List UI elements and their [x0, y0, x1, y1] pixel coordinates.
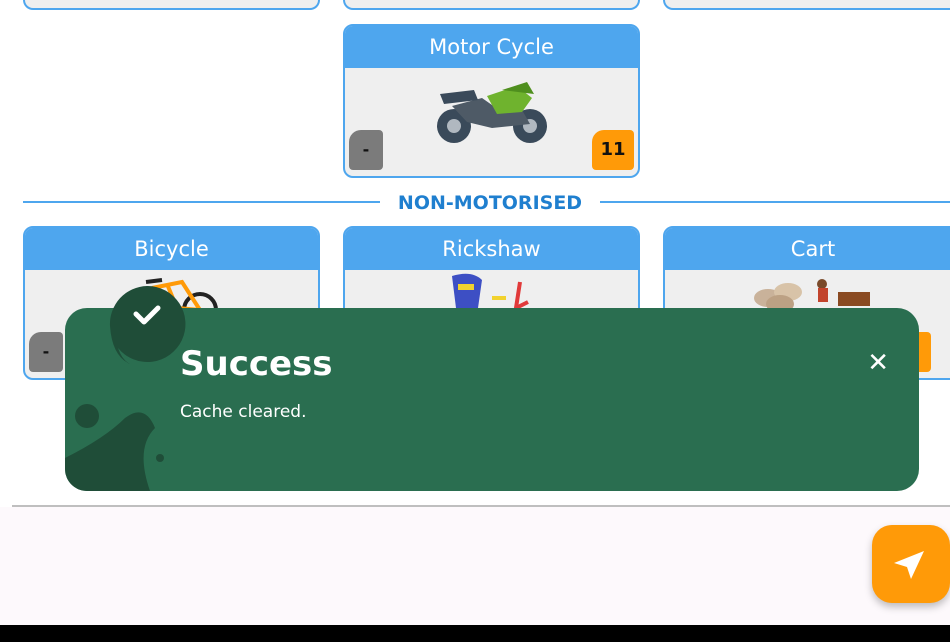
footer-area	[0, 507, 950, 625]
success-toast: Success Cache cleared. ✕	[65, 308, 919, 491]
card-title: Cart	[665, 228, 950, 270]
card-stub-2[interactable]	[343, 0, 640, 10]
system-nav-bar	[0, 625, 950, 642]
toast-message: Cache cleared.	[180, 402, 307, 422]
motorcycle-icon	[436, 82, 547, 143]
check-icon	[109, 286, 186, 364]
card-title: Motor Cycle	[345, 26, 638, 68]
send-button[interactable]	[872, 525, 950, 603]
card-stub-3[interactable]	[663, 0, 950, 10]
availability-left-badge: -	[29, 332, 63, 372]
section-heading: NON-MOTORISED	[380, 190, 600, 216]
card-title: Bicycle	[25, 228, 318, 270]
vehicle-card-motor-cycle[interactable]: Motor Cycle - 11	[343, 24, 640, 178]
card-stub-1[interactable]	[23, 0, 320, 10]
card-title: Rickshaw	[345, 228, 638, 270]
close-icon[interactable]: ✕	[867, 348, 889, 378]
vehicle-selection-screen: Motor Cycle - 11 NON-MOTORISED Bicycle -…	[0, 0, 950, 642]
send-icon	[894, 551, 924, 579]
toast-title: Success	[180, 344, 333, 384]
availability-left-badge: -	[349, 130, 383, 170]
count-badge: 11	[592, 130, 634, 170]
